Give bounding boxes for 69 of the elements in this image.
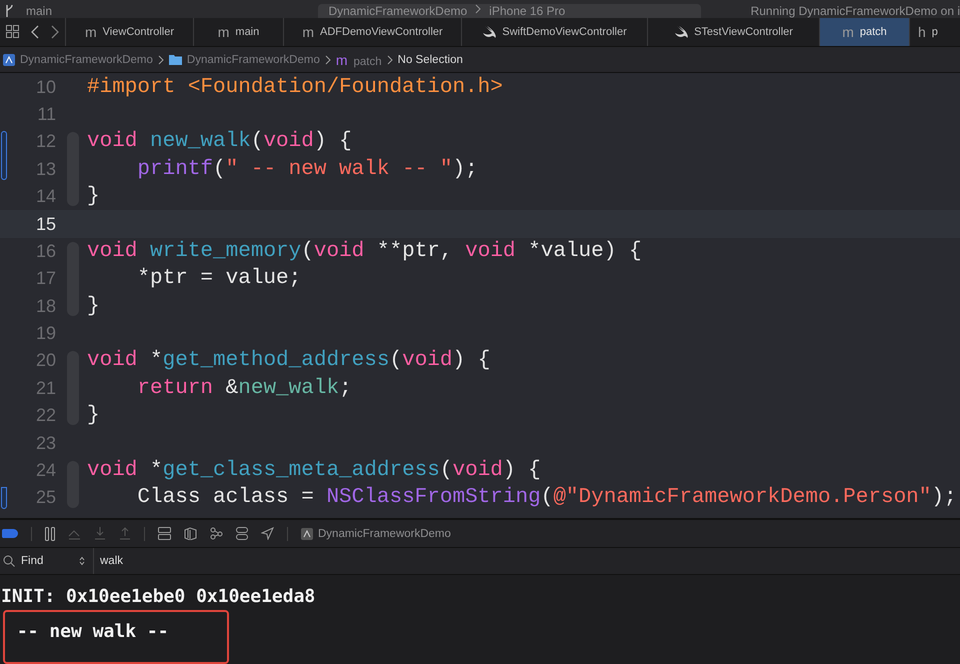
code-line: printf(" -- new walk -- "); — [136, 158, 478, 181]
layers-icon[interactable] — [184, 527, 197, 540]
back-icon[interactable] — [31, 24, 39, 39]
chevron-icon — [158, 54, 164, 65]
line-number: 10 — [34, 76, 56, 98]
editor-tab[interactable]: h p — [909, 18, 953, 46]
app-project-icon — [3, 54, 15, 66]
line-number: 12 — [34, 131, 56, 152]
code-line: } — [87, 404, 100, 428]
breadcrumb-item[interactable]: DynamicFrameworkDemo — [20, 54, 153, 66]
line-number: 24 — [34, 460, 56, 482]
code-line: *ptr = value; — [136, 267, 302, 290]
swift-bird-icon — [482, 26, 496, 38]
line-number: 22 — [34, 405, 56, 426]
chevron-icon — [324, 54, 331, 65]
line-number: 23 — [34, 432, 56, 454]
chevron-icon — [475, 4, 482, 14]
editor-tab[interactable]: m main — [193, 18, 283, 46]
line-number: 17 — [34, 268, 56, 290]
folder-icon — [168, 54, 182, 66]
code-line: return &new_walk; — [136, 376, 352, 400]
code-line: void new_walk(void) { — [87, 130, 352, 154]
line-number: 13 — [34, 158, 56, 180]
graph-icon[interactable] — [210, 527, 223, 540]
run-status: Running DynamicFrameworkDemo on i — [750, 4, 960, 18]
line-number: 19 — [34, 323, 56, 344]
line-number: 14 — [34, 186, 56, 208]
editor-tab[interactable]: m ViewController — [65, 18, 193, 46]
swift-bird-icon — [674, 26, 688, 38]
line-number: 18 — [34, 296, 56, 317]
chevron-icon — [386, 54, 393, 65]
location-arrow-icon[interactable] — [261, 527, 274, 540]
branch-icon — [4, 4, 14, 17]
code-line: void *get_method_address(void) { — [87, 349, 490, 372]
up-down-arrows-icon — [79, 556, 85, 566]
forward-icon[interactable] — [51, 24, 59, 39]
line-number: 15 — [34, 214, 56, 235]
editor-tab[interactable]: m ADFDemoViewController — [283, 18, 461, 46]
code-line: } — [87, 185, 100, 208]
editor-tab[interactable]: SwiftDemoViewController — [461, 18, 647, 46]
breakpoints-toggle[interactable] — [2, 529, 18, 538]
search-icon — [3, 555, 15, 568]
view-hierarchy-icon[interactable] — [158, 527, 171, 540]
editor-tab[interactable]: m patch — [819, 18, 909, 46]
code-line: void write_memory(void **ptr, void *value) { — [87, 240, 642, 263]
step-over-icon[interactable] — [68, 528, 81, 540]
debug-target-name: DynamicFrameworkDemo — [318, 528, 451, 540]
line-number: 20 — [34, 350, 56, 372]
code-line: #import <Foundation/Foundation.h> — [87, 76, 503, 99]
breadcrumb-item[interactable]: DynamicFrameworkDemo — [186, 54, 320, 66]
app-target-icon — [301, 528, 313, 540]
code-line: } — [87, 294, 100, 318]
console-output-line: INIT: 0x10ee1ebe0 0x10ee1eda8 — [0, 585, 316, 610]
find-mode-dropdown[interactable]: Find — [19, 548, 94, 574]
breadcrumb-item[interactable]: No Selection — [398, 54, 463, 66]
line-number: 21 — [34, 378, 56, 399]
branch-name: main — [26, 4, 52, 18]
line-number: 16 — [34, 240, 56, 262]
code-line: Class aclass = NSClassFromString(@"DynamicFrameworkDemo.Person"); — [136, 486, 957, 510]
grid-icon[interactable] — [6, 25, 19, 38]
find-field[interactable]: walk — [98, 554, 402, 568]
step-into-icon[interactable] — [94, 527, 106, 540]
line-number: 25 — [34, 487, 56, 508]
line-number: 11 — [36, 104, 56, 125]
breadcrumb-item[interactable]: m patch — [336, 52, 382, 68]
step-out-icon[interactable] — [119, 527, 131, 540]
toggle-icon[interactable] — [236, 527, 248, 540]
code-line: void *get_class_meta_address(void) { — [87, 459, 541, 482]
pause-icon[interactable] — [45, 526, 55, 541]
